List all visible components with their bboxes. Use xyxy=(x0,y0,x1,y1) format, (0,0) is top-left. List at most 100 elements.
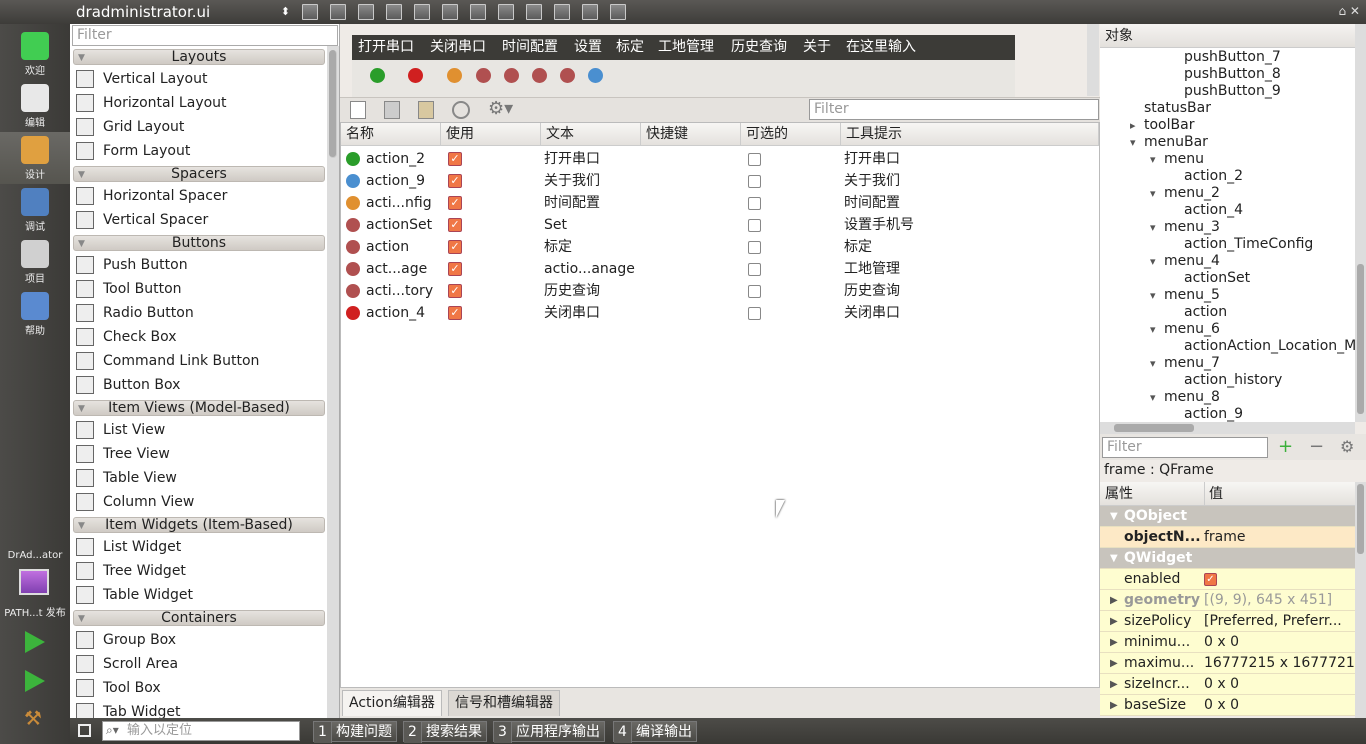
widget-box-scrollbar[interactable] xyxy=(327,46,339,718)
mode-design-brush[interactable]: 设计 xyxy=(0,132,70,184)
widget-item[interactable]: Horizontal Spacer xyxy=(76,185,326,207)
widget-item[interactable]: Table Widget xyxy=(76,584,326,606)
checkable-checkbox[interactable] xyxy=(748,285,761,298)
widget-category-item_views[interactable]: ▼ Item Views (Model-Based) xyxy=(73,400,325,416)
widget-item[interactable]: Scroll Area xyxy=(76,653,326,675)
toolbar-tool-icon[interactable] xyxy=(554,4,570,20)
tree-node[interactable]: pushButton_9 xyxy=(1184,83,1281,100)
property-value[interactable]: [(9, 9), 645 x 451] xyxy=(1204,590,1354,611)
build-hammer-icon[interactable]: ⚒ xyxy=(24,706,42,730)
form-action-icon[interactable] xyxy=(504,68,519,83)
widget-item[interactable]: Push Button xyxy=(76,254,326,276)
widget-item[interactable]: Horizontal Layout xyxy=(76,92,326,114)
tree-node[interactable]: menu_5 xyxy=(1164,287,1220,304)
widget-item[interactable]: Form Layout xyxy=(76,140,326,162)
action-row[interactable]: act...age ✓ actio...anage 工地管理 xyxy=(341,258,1099,280)
widget-item[interactable]: Group Box xyxy=(76,629,326,651)
output-pane-button[interactable]: 2 搜索结果 xyxy=(403,721,487,743)
widget-item[interactable]: Tree Widget xyxy=(76,560,326,582)
editor-tab[interactable]: 信号和槽编辑器 xyxy=(448,690,560,716)
property-row[interactable]: ▼ QWidget xyxy=(1100,548,1355,569)
property-row[interactable]: ▶ baseSize 0 x 0 xyxy=(1100,695,1355,716)
widget-category-spacers[interactable]: ▼ Spacers xyxy=(73,166,325,182)
form-action-icon[interactable] xyxy=(447,68,462,83)
tree-node[interactable]: action_4 xyxy=(1184,202,1243,219)
tree-node[interactable]: menu_7 xyxy=(1164,355,1220,372)
mode-edit-document[interactable]: 编辑 xyxy=(0,80,70,132)
property-row[interactable]: objectN... frame xyxy=(1100,527,1355,548)
tree-node[interactable]: actionAction_Location_M xyxy=(1184,338,1355,355)
action-row[interactable]: acti...nfig ✓ 时间配置 时间配置 xyxy=(341,192,1099,214)
debug-run-icon[interactable] xyxy=(25,670,45,692)
property-row[interactable]: ▶ geometry [(9, 9), 645 x 451] xyxy=(1100,590,1355,611)
toolbar-tool-icon[interactable] xyxy=(470,4,486,20)
used-checkbox[interactable]: ✓ xyxy=(448,306,462,320)
tree-node[interactable]: menu_3 xyxy=(1164,219,1220,236)
delete-action-icon[interactable] xyxy=(452,101,470,119)
form-action-icon[interactable] xyxy=(560,68,575,83)
widget-item[interactable]: List View xyxy=(76,419,326,441)
form-menu-item[interactable]: 打开串口 xyxy=(358,35,414,60)
property-value[interactable]: 16777215 x 16777215 xyxy=(1204,653,1354,674)
toolbar-tool-icon[interactable] xyxy=(442,4,458,20)
widget-item[interactable]: Grid Layout xyxy=(76,116,326,138)
action-row[interactable]: action_4 ✓ 关闭串口 关闭串口 xyxy=(341,302,1099,324)
tree-node[interactable]: menu_4 xyxy=(1164,253,1220,270)
widget-item[interactable]: Table View xyxy=(76,467,326,489)
tree-node[interactable]: menu xyxy=(1164,151,1204,168)
used-checkbox[interactable]: ✓ xyxy=(448,152,462,166)
action-row[interactable]: action_2 ✓ 打开串口 打开串口 xyxy=(341,148,1099,170)
widget-item[interactable]: Vertical Layout xyxy=(76,68,326,90)
copy-action-icon[interactable] xyxy=(384,101,400,119)
tree-node[interactable]: pushButton_8 xyxy=(1184,66,1281,83)
checkable-checkbox[interactable] xyxy=(748,197,761,210)
form-menu-item[interactable]: 时间配置 xyxy=(502,35,558,60)
used-checkbox[interactable]: ✓ xyxy=(448,174,462,188)
add-property-icon[interactable]: + xyxy=(1278,437,1293,457)
checkable-checkbox[interactable] xyxy=(748,307,761,320)
toolbar-tool-icon[interactable] xyxy=(610,4,626,20)
output-pane-button[interactable]: 3 应用程序输出 xyxy=(493,721,605,743)
expand-arrow-icon[interactable]: ▶ xyxy=(1110,590,1118,611)
toolbar-tool-icon[interactable] xyxy=(358,4,374,20)
form-menu-item[interactable]: 关闭串口 xyxy=(430,35,486,60)
used-checkbox[interactable]: ✓ xyxy=(448,284,462,298)
form-action-icon[interactable] xyxy=(588,68,603,83)
property-value[interactable]: [Preferred, Preferr... xyxy=(1204,611,1354,632)
kit-selector-icon[interactable] xyxy=(19,569,49,595)
widget-item[interactable]: Column View xyxy=(76,491,326,513)
expand-arrow-icon[interactable]: ▶ xyxy=(1110,632,1118,653)
tree-expand-arrow-icon[interactable]: ▾ xyxy=(1150,355,1156,372)
toolbar-tool-icon[interactable] xyxy=(498,4,514,20)
tree-expand-arrow-icon[interactable]: ▾ xyxy=(1150,219,1156,236)
property-value[interactable]: 0 x 0 xyxy=(1204,674,1354,695)
action-row[interactable]: action_9 ✓ 关于我们 关于我们 xyxy=(341,170,1099,192)
tree-node[interactable]: pushButton_7 xyxy=(1184,49,1281,66)
settings-gear-icon[interactable]: ⚙▾ xyxy=(488,98,513,119)
form-action-icon[interactable] xyxy=(532,68,547,83)
widget-item[interactable]: List Widget xyxy=(76,536,326,558)
form-menu-item[interactable]: 设置 xyxy=(574,35,602,60)
tree-node[interactable]: menu_8 xyxy=(1164,389,1220,406)
object-tree-scrollbar[interactable] xyxy=(1355,24,1366,422)
tree-expand-arrow-icon[interactable]: ▾ xyxy=(1150,321,1156,338)
object-tree-hscrollbar[interactable] xyxy=(1100,422,1355,434)
output-pane-button[interactable]: 1 构建问题 xyxy=(313,721,397,743)
widget-category-layouts[interactable]: ▼ Layouts xyxy=(73,49,325,65)
column-header[interactable]: 快捷键 xyxy=(641,123,741,146)
column-header[interactable]: 文本 xyxy=(541,123,641,146)
expand-arrow-icon[interactable]: ▶ xyxy=(1110,674,1118,695)
property-value[interactable]: 0 x 0 xyxy=(1204,632,1354,653)
form-menu-item[interactable]: 工地管理 xyxy=(658,35,714,60)
open-file-combo[interactable]: dradministrator.ui ⬍ xyxy=(72,1,294,23)
mode-qt-logo[interactable]: 欢迎 xyxy=(0,28,70,80)
property-value[interactable]: frame xyxy=(1204,527,1354,548)
toolbar-tool-icon[interactable] xyxy=(386,4,402,20)
column-header[interactable]: 使用 xyxy=(441,123,541,146)
widget-item[interactable]: Radio Button xyxy=(76,302,326,324)
tree-expand-arrow-icon[interactable]: ▸ xyxy=(1130,117,1136,134)
toolbar-tool-icon[interactable] xyxy=(582,4,598,20)
property-row[interactable]: ▶ sizeIncr... 0 x 0 xyxy=(1100,674,1355,695)
property-row[interactable]: ▼ QObject xyxy=(1100,506,1355,527)
widget-category-buttons[interactable]: ▼ Buttons xyxy=(73,235,325,251)
